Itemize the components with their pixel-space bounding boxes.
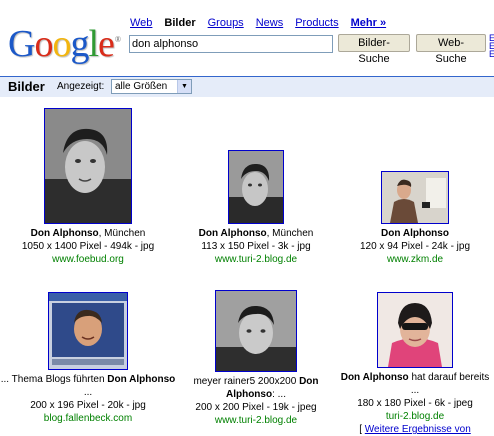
image-thumbnail[interactable] — [381, 171, 449, 224]
result-url[interactable]: www.zkm.de — [336, 253, 494, 266]
result-meta: 200 x 200 Pixel - 19k - jpeg — [195, 402, 317, 413]
clipped-side-links[interactable]: EEE — [489, 34, 494, 59]
logo-letter: o — [34, 22, 53, 65]
trademark-mark: ® — [114, 35, 121, 44]
logo-letter: o — [52, 22, 71, 65]
result-url[interactable]: blog.fallenbeck.com — [0, 412, 176, 425]
image-thumbnail[interactable] — [228, 150, 284, 224]
image-thumbnail[interactable] — [48, 292, 128, 370]
section-title: Bilder — [8, 79, 45, 94]
size-filter-select[interactable]: alle Größen ▼ — [111, 79, 192, 94]
result-title[interactable]: Don Alphonso, München — [170, 227, 342, 240]
tab-web[interactable]: Web — [130, 17, 152, 29]
result-url[interactable]: www.turi-2.blog.de — [170, 253, 342, 266]
result-meta: 180 x 180 Pixel - 6k - jpeg — [357, 398, 473, 409]
image-thumbnail[interactable] — [215, 290, 297, 372]
result-title[interactable]: ... Thema Blogs führten Don Alphonso ... — [0, 373, 176, 399]
result-url[interactable]: www.foebud.org — [0, 253, 176, 266]
web-search-button[interactable]: Web-Suche — [416, 34, 486, 65]
tab-products[interactable]: Products — [295, 17, 338, 29]
chevron-down-icon[interactable]: ▼ — [177, 80, 191, 93]
search-input[interactable] — [129, 35, 333, 53]
logo-letter: G — [8, 22, 35, 65]
result-url[interactable]: turi-2.blog.de — [336, 410, 494, 423]
result-title[interactable]: meyer rainer5 200x200 Don Alphonso: ... — [174, 375, 338, 401]
more-results-link[interactable]: Weitere Ergebnisse von — [365, 424, 471, 435]
more-results: [ Weitere Ergebnisse von — [359, 424, 471, 435]
logo-letter: g — [70, 22, 89, 65]
tab-news[interactable]: News — [256, 17, 284, 29]
result-meta: 120 x 94 Pixel - 24k - jpg — [359, 241, 471, 252]
image-result: Don Alphonso hat darauf bereits ... 180 … — [336, 292, 494, 436]
logo-letter: l — [88, 22, 99, 65]
tab-more[interactable]: Mehr » — [351, 17, 386, 29]
image-result: Don Alphonso 120 x 94 Pixel - 24k - jpg … — [336, 171, 494, 266]
logo-letter: e — [98, 22, 115, 65]
size-filter-label: Angezeigt: — [57, 81, 105, 92]
size-filter-value: alle Größen — [115, 81, 168, 92]
image-result: meyer rainer5 200x200 Don Alphonso: ... … — [174, 290, 338, 427]
image-result: ... Thema Blogs führten Don Alphonso ...… — [0, 292, 176, 425]
result-meta: 1050 x 1400 Pixel - 494k - jpg — [21, 241, 155, 252]
image-search-button[interactable]: Bilder-Suche — [338, 34, 410, 65]
search-tabs: Web Bilder Groups News Products Mehr » — [130, 16, 398, 30]
tab-bilder: Bilder — [164, 17, 196, 29]
result-title[interactable]: Don Alphonso — [336, 227, 494, 240]
result-title[interactable]: Don Alphonso hat darauf bereits ... — [336, 371, 494, 397]
result-meta: 200 x 196 Pixel - 20k - jpg — [30, 400, 146, 411]
result-title[interactable]: Don Alphonso, München — [0, 227, 176, 240]
image-thumbnail[interactable] — [44, 108, 132, 224]
google-logo[interactable]: Google® — [8, 20, 121, 65]
result-meta: 113 x 150 Pixel - 3k - jpg — [201, 241, 311, 252]
image-result: Don Alphonso, München 113 x 150 Pixel - … — [170, 150, 342, 266]
image-result: Don Alphonso, München 1050 x 1400 Pixel … — [0, 108, 176, 266]
results-bar: Bilder Angezeigt: alle Größen ▼ — [0, 76, 494, 97]
result-url[interactable]: www.turi-2.blog.de — [174, 414, 338, 427]
tab-groups[interactable]: Groups — [208, 17, 244, 29]
image-thumbnail[interactable] — [377, 292, 453, 368]
